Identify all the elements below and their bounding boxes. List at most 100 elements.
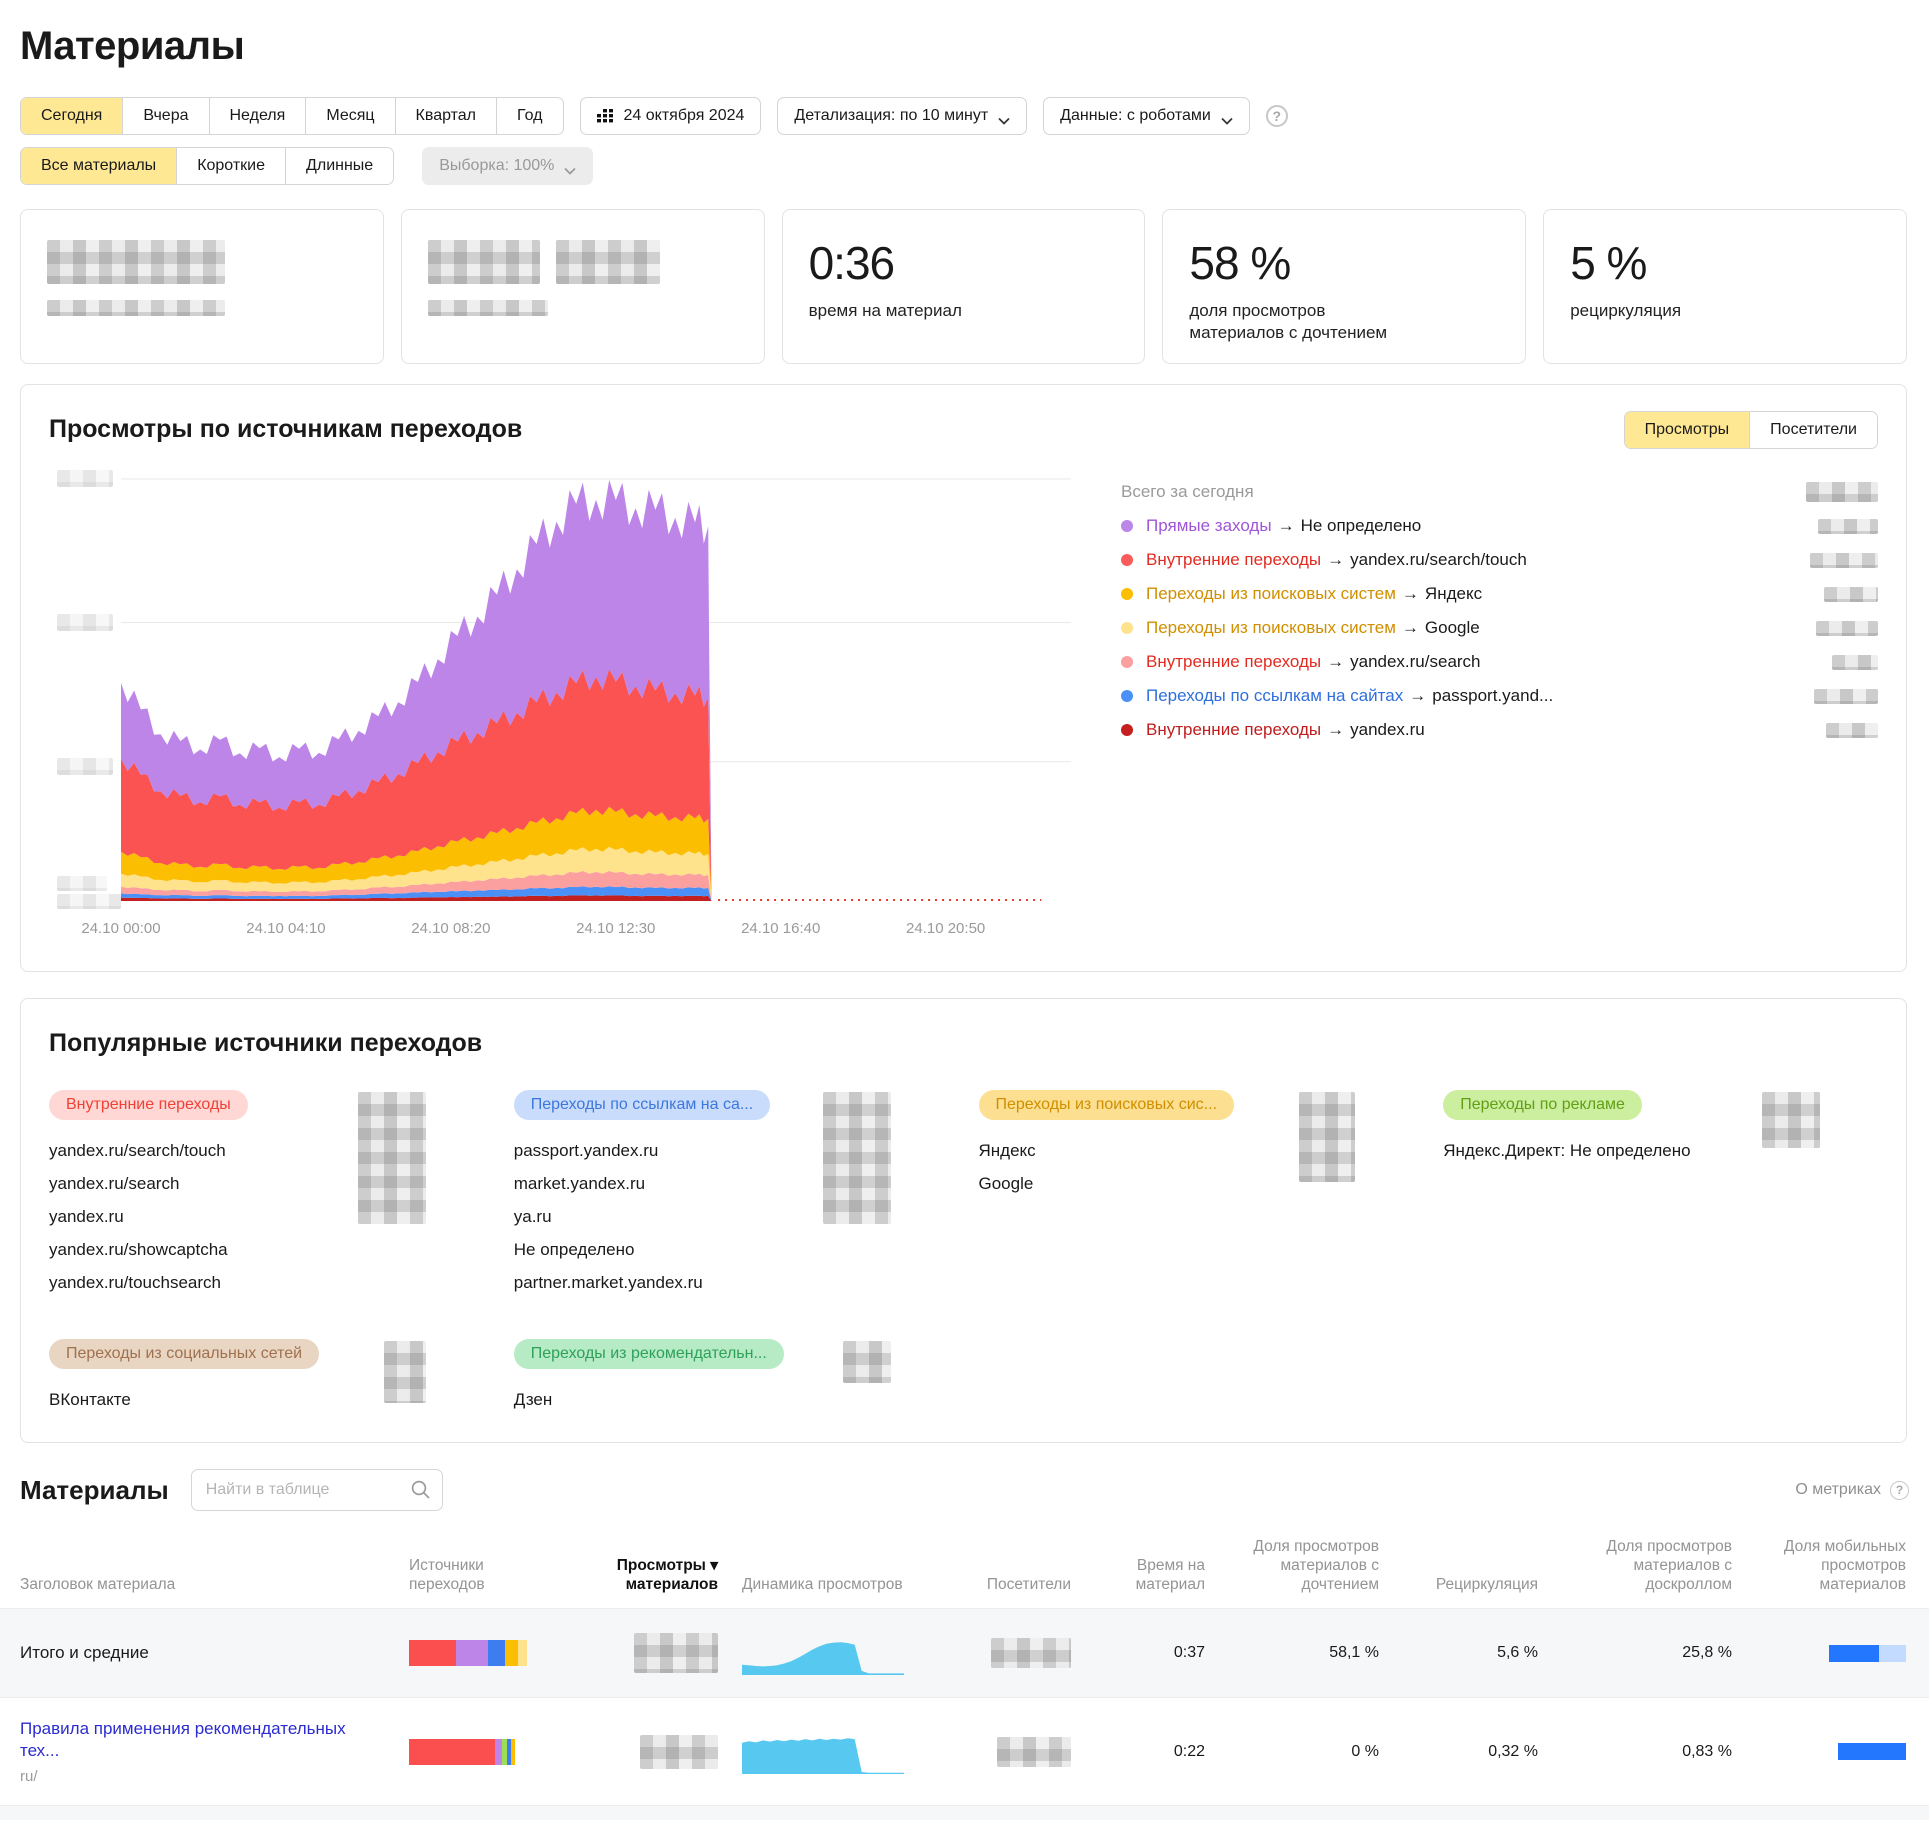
legend-label[interactable]: Внутренние переходы (1146, 720, 1321, 740)
date-picker-button[interactable]: 24 октября 2024 (580, 97, 762, 135)
blurred-visitors-value (997, 1737, 1071, 1767)
data-mode-label: Данные: с роботами (1060, 107, 1211, 125)
chart-legend: Всего за сегодня Прямые заходы → Не опре… (1079, 473, 1878, 945)
source-item: partner.market.yandex.ru (514, 1266, 770, 1299)
search-icon[interactable] (410, 1479, 431, 1505)
recirculation: 0,32 % (1488, 1743, 1538, 1761)
source-group-tag[interactable]: Переходы из социальных сетей (49, 1339, 319, 1369)
summary-card-visitors (401, 209, 765, 364)
blurred-y-tick (57, 470, 113, 487)
svg-text:24.10 20:50: 24.10 20:50 (906, 920, 985, 937)
period-tab-quarter[interactable]: Квартал (395, 98, 496, 134)
chevron-down-icon (998, 112, 1010, 120)
sample-dropdown[interactable]: Выборка: 100% (422, 147, 593, 185)
blurred-y-tick (57, 894, 121, 909)
legend-label[interactable]: Внутренние переходы (1146, 550, 1321, 570)
source-item: yandex.ru/touchsearch (49, 1266, 248, 1299)
data-mode-dropdown[interactable]: Данные: с роботами (1043, 97, 1250, 135)
bar-segment (511, 1739, 515, 1765)
material-title-link[interactable]: Правила применения рекомендательных тех.… (20, 1719, 346, 1760)
blurred-values (358, 1092, 426, 1224)
period-tab-today[interactable]: Сегодня (21, 98, 122, 134)
series-color-dot (1121, 520, 1133, 532)
column-header-read-share[interactable]: Доля просмотров материалов с дочтением (1229, 1537, 1379, 1594)
legend-item: Переходы из поисковых систем → Google (1121, 611, 1878, 645)
source-group-tag[interactable]: Переходы из рекомендательн... (514, 1339, 784, 1369)
table-column-headers: Заголовок материала Источники переходов … (0, 1537, 1929, 1608)
legend-target: Google (1425, 618, 1480, 638)
arrow-icon: → (1327, 550, 1344, 570)
source-item: ya.ru (514, 1200, 770, 1233)
source-group-tag[interactable]: Переходы из поисковых сис... (979, 1090, 1235, 1120)
arrow-icon: → (1327, 720, 1344, 740)
stacked-area-chart: 24.10 00:0024.10 04:1024.10 08:2024.10 1… (49, 473, 1079, 945)
popular-sources-panel: Популярные источники переходов Внутренни… (20, 998, 1907, 1443)
column-header-scroll-share[interactable]: Доля просмотров материалов с доскроллом (1562, 1537, 1732, 1594)
column-header-title[interactable]: Заголовок материала (20, 1575, 385, 1594)
series-color-dot (1121, 622, 1133, 634)
svg-text:24.10 08:20: 24.10 08:20 (411, 920, 490, 937)
blurred-values (1299, 1092, 1355, 1182)
blurred-y-tick (57, 876, 107, 891)
series-color-dot (1121, 554, 1133, 566)
table-title: Материалы (20, 1475, 169, 1506)
blurred-values (384, 1341, 426, 1403)
legend-label[interactable]: Внутренние переходы (1146, 652, 1321, 672)
card-label: доля просмотров материалов с дочтением (1189, 300, 1409, 344)
read-share: 0 % (1351, 1743, 1379, 1761)
granularity-dropdown[interactable]: Детализация: по 10 минут (777, 97, 1027, 135)
legend-target: yandex.ru/search/touch (1350, 550, 1527, 570)
summary-card-views (20, 209, 384, 364)
bar-segment (505, 1640, 518, 1666)
source-group-social: Переходы из социальных сетей ВКонтакте (49, 1339, 484, 1416)
granularity-label: Детализация: по 10 минут (794, 107, 988, 125)
blurred-views-value (640, 1735, 718, 1769)
source-group-ads: Переходы по рекламе Яндекс.Директ: Не оп… (1443, 1090, 1878, 1299)
chart-canvas: 24.10 00:0024.10 04:1024.10 08:2024.10 1… (121, 473, 1071, 945)
blurred-value (47, 240, 225, 284)
popular-sources-groups: Внутренние переходы yandex.ru/search/tou… (49, 1090, 1878, 1416)
blurred-y-tick (57, 614, 113, 631)
period-tab-year[interactable]: Год (496, 98, 562, 134)
source-group-tag[interactable]: Внутренние переходы (49, 1090, 248, 1120)
time-on-material: 0:22 (1174, 1743, 1205, 1761)
blurred-legend-value (1818, 519, 1878, 534)
summary-cards: 0:36 время на материал 58 % доля просмот… (20, 209, 1907, 364)
column-header-visitors[interactable]: Посетители (987, 1575, 1071, 1594)
about-metrics-link[interactable]: О метриках ? (1795, 1481, 1909, 1500)
legend-header-row: Всего за сегодня (1121, 475, 1878, 509)
column-header-mobile-share[interactable]: Доля мобильных просмотров материалов (1756, 1537, 1906, 1594)
toggle-views[interactable]: Просмотры (1625, 412, 1750, 448)
source-item: yandex.ru/showcaptcha (49, 1233, 248, 1266)
period-tab-yesterday[interactable]: Вчера (122, 98, 208, 134)
mobile-share-bar (1829, 1645, 1906, 1662)
help-icon[interactable]: ? (1266, 105, 1288, 127)
legend-label[interactable]: Переходы из поисковых систем (1146, 584, 1396, 604)
recirculation: 5,6 % (1497, 1644, 1538, 1662)
filter-tab-all[interactable]: Все материалы (21, 148, 176, 184)
views-visitors-toggle: Просмотры Посетители (1624, 411, 1878, 449)
period-tab-month[interactable]: Месяц (305, 98, 394, 134)
column-header-views-sorted[interactable]: Просмотры ▾ материалов (583, 1556, 718, 1594)
time-on-material: 0:37 (1174, 1644, 1205, 1662)
legend-label[interactable]: Переходы по ссылкам на сайтах (1146, 686, 1403, 706)
legend-label[interactable]: Прямые заходы (1146, 516, 1272, 536)
search-input[interactable] (191, 1469, 443, 1511)
blurred-legend-value (1826, 723, 1878, 738)
toggle-visitors[interactable]: Посетители (1749, 412, 1877, 448)
source-group-tag[interactable]: Переходы по рекламе (1443, 1090, 1642, 1120)
column-header-dynamics[interactable]: Динамика просмотров (742, 1575, 927, 1594)
arrow-icon: → (1409, 686, 1426, 706)
column-header-sources[interactable]: Источники переходов (409, 1556, 559, 1594)
filter-tab-long[interactable]: Длинные (285, 148, 393, 184)
source-group-tag[interactable]: Переходы по ссылкам на са... (514, 1090, 770, 1120)
period-tab-week[interactable]: Неделя (209, 98, 306, 134)
column-header-time[interactable]: Время на материал (1095, 1556, 1205, 1594)
legend-label[interactable]: Переходы из поисковых систем (1146, 618, 1396, 638)
column-header-recirculation[interactable]: Рециркуляция (1436, 1575, 1538, 1594)
filter-tab-short[interactable]: Короткие (176, 148, 285, 184)
bar-segment (409, 1640, 456, 1666)
materials-table-section: Материалы О метриках ? Заголовок материа… (0, 1469, 1929, 1820)
help-icon: ? (1890, 1481, 1909, 1500)
legend-item: Прямые заходы → Не определено (1121, 509, 1878, 543)
